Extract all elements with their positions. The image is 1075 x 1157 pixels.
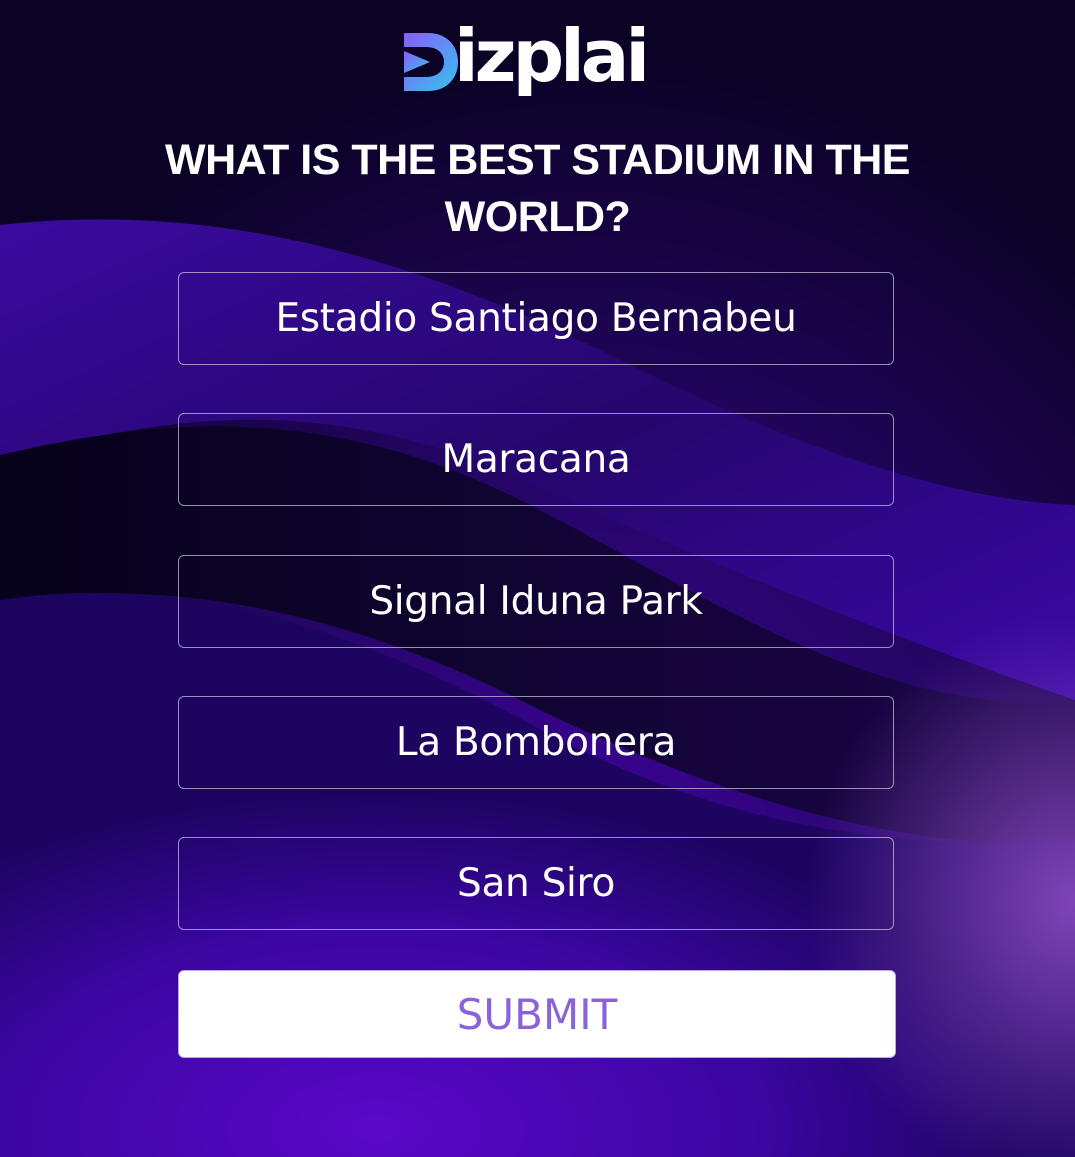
brand-wordmark: izplai (454, 13, 650, 98)
play-d-icon (404, 32, 458, 91)
option-la-bombonera[interactable]: La Bombonera (178, 696, 894, 789)
poll-panel: izplai WHAT IS THE BEST STADIUM IN THE W… (0, 0, 1075, 1157)
option-maracana[interactable]: Maracana (178, 413, 894, 506)
brand-logo: izplai (400, 12, 680, 107)
submit-button[interactable]: SUBMIT (178, 970, 896, 1058)
option-signal-iduna-park[interactable]: Signal Iduna Park (178, 555, 894, 648)
option-san-siro[interactable]: San Siro (178, 837, 894, 930)
question-title: WHAT IS THE BEST STADIUM IN THE WORLD? (165, 136, 910, 241)
option-estadio-santiago-bernabeu[interactable]: Estadio Santiago Bernabeu (178, 272, 894, 365)
